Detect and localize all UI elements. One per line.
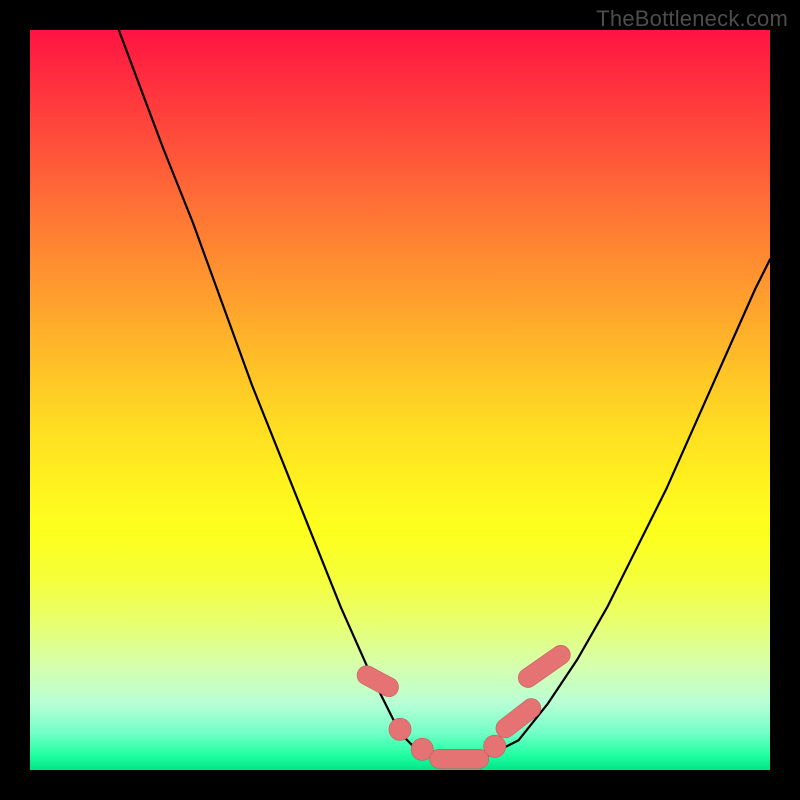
marker-capsule-3 — [430, 749, 489, 768]
marker-capsule-0 — [354, 662, 402, 700]
marker-capsule-6 — [515, 642, 575, 692]
chart-frame: TheBottleneck.com — [0, 0, 800, 800]
plot-area — [30, 30, 770, 770]
watermark-text: TheBottleneck.com — [596, 6, 788, 32]
marker-dot-4 — [484, 735, 506, 757]
bottleneck-curve — [30, 30, 770, 770]
curve-path — [119, 30, 770, 763]
marker-dot-1 — [389, 718, 411, 740]
